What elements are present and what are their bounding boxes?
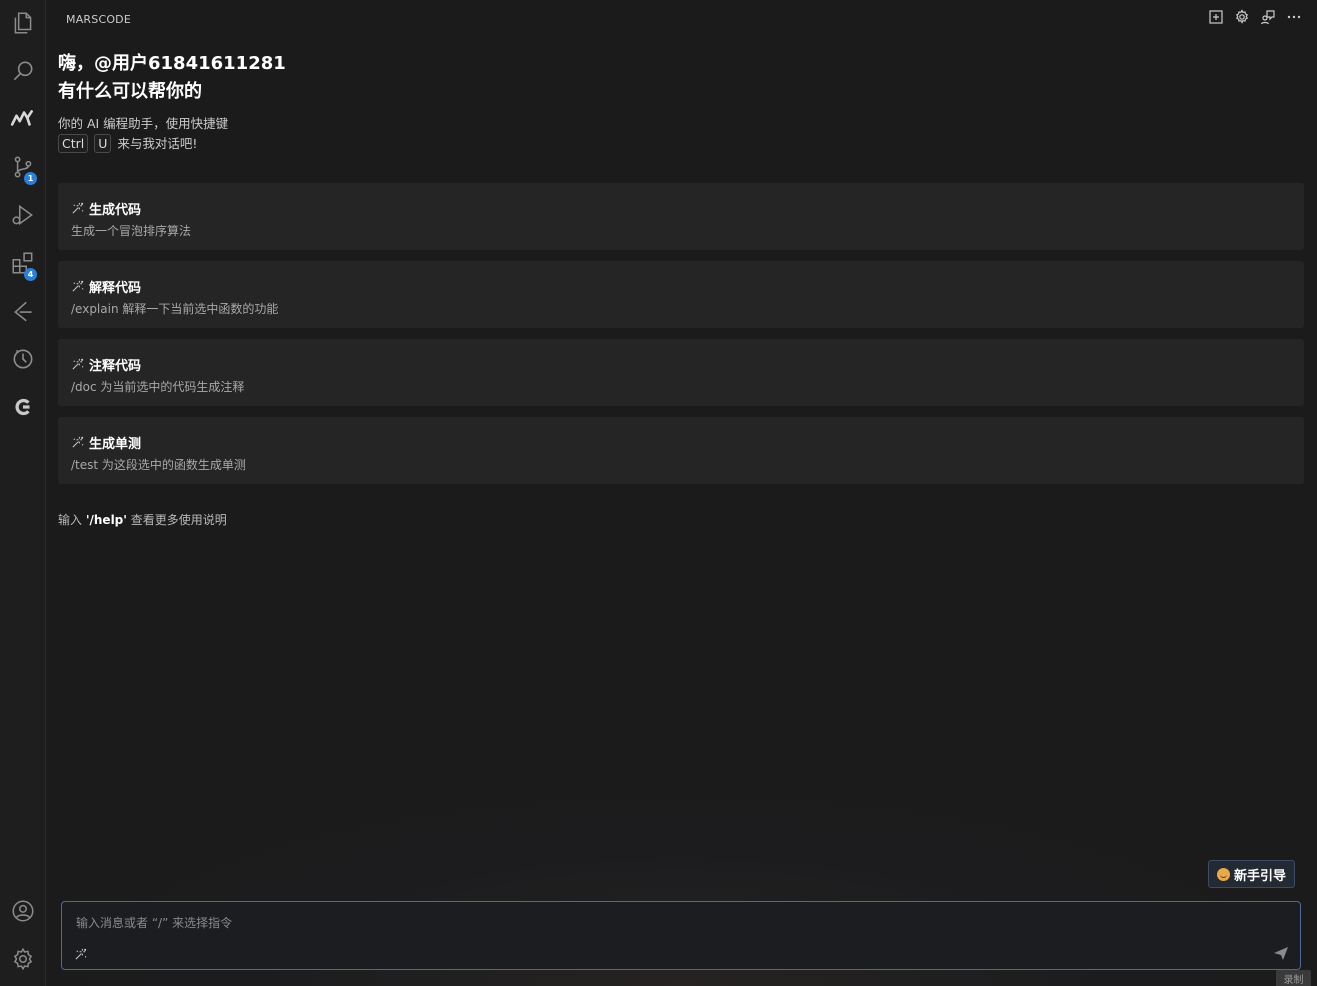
more-icon [1286, 9, 1302, 29]
greeting-line-1: 嗨，@用户61841611281 [58, 53, 286, 74]
settings-icon [1234, 9, 1250, 29]
marscode-icon [10, 106, 36, 136]
header-actions [1207, 9, 1303, 29]
suggestion-card-generate-code[interactable]: 生成代码 生成一个冒泡排序算法 [58, 183, 1304, 250]
files-icon [10, 10, 36, 40]
activity-manage[interactable] [0, 941, 45, 981]
subtitle-line-2: Ctrl U 来与我对话吧! [58, 134, 228, 154]
card-description: 生成一个冒泡排序算法 [71, 224, 192, 238]
activity-account[interactable] [0, 893, 45, 933]
timeline-icon [10, 346, 36, 376]
suggestion-card-generate-tests[interactable]: 生成单测 /test 为这段选中的函数生成单测 [58, 417, 1304, 484]
marscode-panel: MARSCODE 嗨，@用户61841611281 有什么可以帮你的 你的 AI… [46, 0, 1317, 986]
smile-emoji-icon [1217, 867, 1230, 881]
sparkle-icon [71, 436, 84, 449]
activity-marscode[interactable] [0, 101, 45, 141]
sparkle-icon [71, 202, 84, 215]
new-chat-icon [1208, 9, 1224, 29]
help-hint-prefix: 输入 [58, 513, 86, 527]
card-description: /explain 解释一下当前选中函数的功能 [71, 302, 279, 316]
card-description: /test 为这段选中的函数生成单测 [71, 458, 246, 472]
panel-settings-button[interactable] [1233, 9, 1251, 29]
extensions-badge: 4 [24, 268, 37, 281]
copilot-icon [10, 394, 36, 424]
record-tag[interactable]: 录制 [1276, 970, 1311, 986]
help-hint-suffix: 查看更多使用说明 [126, 513, 227, 527]
activity-explorer[interactable] [0, 5, 45, 45]
feedback-button[interactable] [1259, 10, 1277, 28]
settings-gear-icon [10, 946, 36, 976]
send-button[interactable] [1272, 944, 1290, 962]
suggestion-card-explain-code[interactable]: 解释代码 /explain 解释一下当前选中函数的功能 [58, 261, 1304, 328]
chat-input-box [61, 901, 1301, 970]
activity-extensions[interactable]: 4 [0, 245, 45, 285]
sparkle-icon [71, 358, 84, 371]
card-title: 注释代码 [89, 359, 142, 374]
activity-timeline[interactable] [0, 341, 45, 381]
card-title: 生成单测 [89, 437, 142, 452]
suggestion-card-comment-code[interactable]: 注释代码 /doc 为当前选中的代码生成注释 [58, 339, 1304, 406]
subtitle-tail: 来与我对话吧! [117, 136, 198, 151]
help-hint: 输入 '/help' 查看更多使用说明 [58, 511, 227, 528]
subtitle-line-1: 你的 AI 编程助手，使用快捷键 [58, 116, 229, 131]
command-sparkle-button[interactable] [74, 946, 87, 965]
source-control-badge: 1 [24, 172, 37, 185]
activity-copilot[interactable] [0, 389, 45, 429]
send-icon [1272, 947, 1290, 966]
guide-button-label: 新手引导 [1234, 868, 1287, 884]
shortcut-key-ctrl: Ctrl [58, 134, 89, 153]
welcome-greeting: 嗨，@用户61841611281 有什么可以帮你的 [58, 50, 286, 106]
panel-title: MARSCODE [66, 13, 132, 26]
git-graph-icon [10, 298, 36, 328]
activity-search[interactable] [0, 53, 45, 93]
new-chat-button[interactable] [1207, 10, 1225, 28]
account-icon [10, 898, 36, 928]
activity-bar: 1 4 [0, 0, 46, 986]
search-icon [10, 58, 36, 88]
more-actions-button[interactable] [1285, 10, 1303, 28]
sparkle-icon [71, 280, 84, 293]
beginner-guide-button[interactable]: 新手引导 [1208, 860, 1296, 888]
help-command: '/help' [85, 513, 127, 527]
panel-header: MARSCODE [46, 0, 1317, 40]
activity-run-debug[interactable] [0, 197, 45, 237]
shortcut-key-u: U [94, 134, 112, 153]
feedback-icon [1260, 9, 1276, 29]
sparkle-icon [74, 946, 87, 965]
card-title: 生成代码 [89, 203, 142, 218]
activity-git-graph[interactable] [0, 293, 45, 333]
activity-source-control[interactable]: 1 [0, 149, 45, 189]
greeting-line-2: 有什么可以帮你的 [58, 81, 202, 102]
chat-input[interactable] [74, 912, 1228, 934]
card-title: 解释代码 [89, 281, 142, 296]
card-description: /doc 为当前选中的代码生成注释 [71, 380, 245, 394]
run-debug-icon [10, 202, 36, 232]
welcome-subtitle: 你的 AI 编程助手，使用快捷键 Ctrl U 来与我对话吧! [58, 114, 228, 154]
